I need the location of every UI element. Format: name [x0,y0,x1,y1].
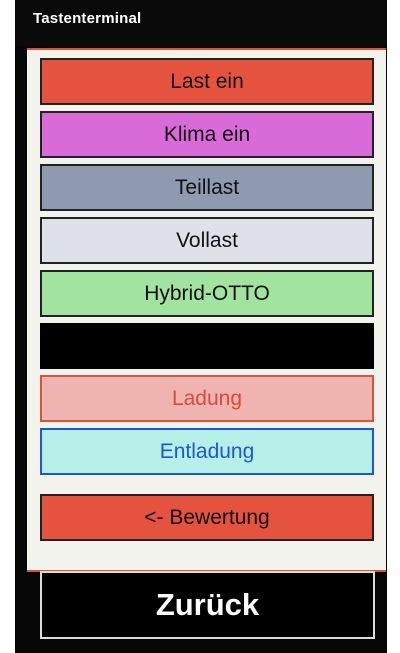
entladung-label: Entladung [159,439,255,463]
hybrid-otto-label: Hybrid-OTTO [144,281,270,305]
teillast-label: Teillast [174,175,240,199]
vollast-label: Vollast [176,228,238,252]
back-button[interactable]: Zurück [40,571,375,639]
teillast-button[interactable]: Teillast [40,164,374,211]
last-ein-button[interactable]: Last ein [40,58,374,105]
back-label: Zurück [155,587,260,622]
ladung-button[interactable]: Ladung [40,375,374,422]
ladung-label: Ladung [171,386,243,410]
title-bar: Tastenterminal [15,0,387,46]
window-title: Tastenterminal [33,10,142,27]
empty-slot [40,323,374,369]
hybrid-otto-button[interactable]: Hybrid-OTTO [40,270,374,317]
klima-ein-label: Klima ein [163,122,251,146]
bewertung-label: <- Bewertung [144,505,270,529]
bewertung-button[interactable]: <- Bewertung [40,494,374,541]
klima-ein-button[interactable]: Klima ein [40,111,374,158]
last-ein-label: Last ein [170,69,244,93]
vollast-button[interactable]: Vollast [40,217,374,264]
entladung-button[interactable]: Entladung [40,428,374,475]
